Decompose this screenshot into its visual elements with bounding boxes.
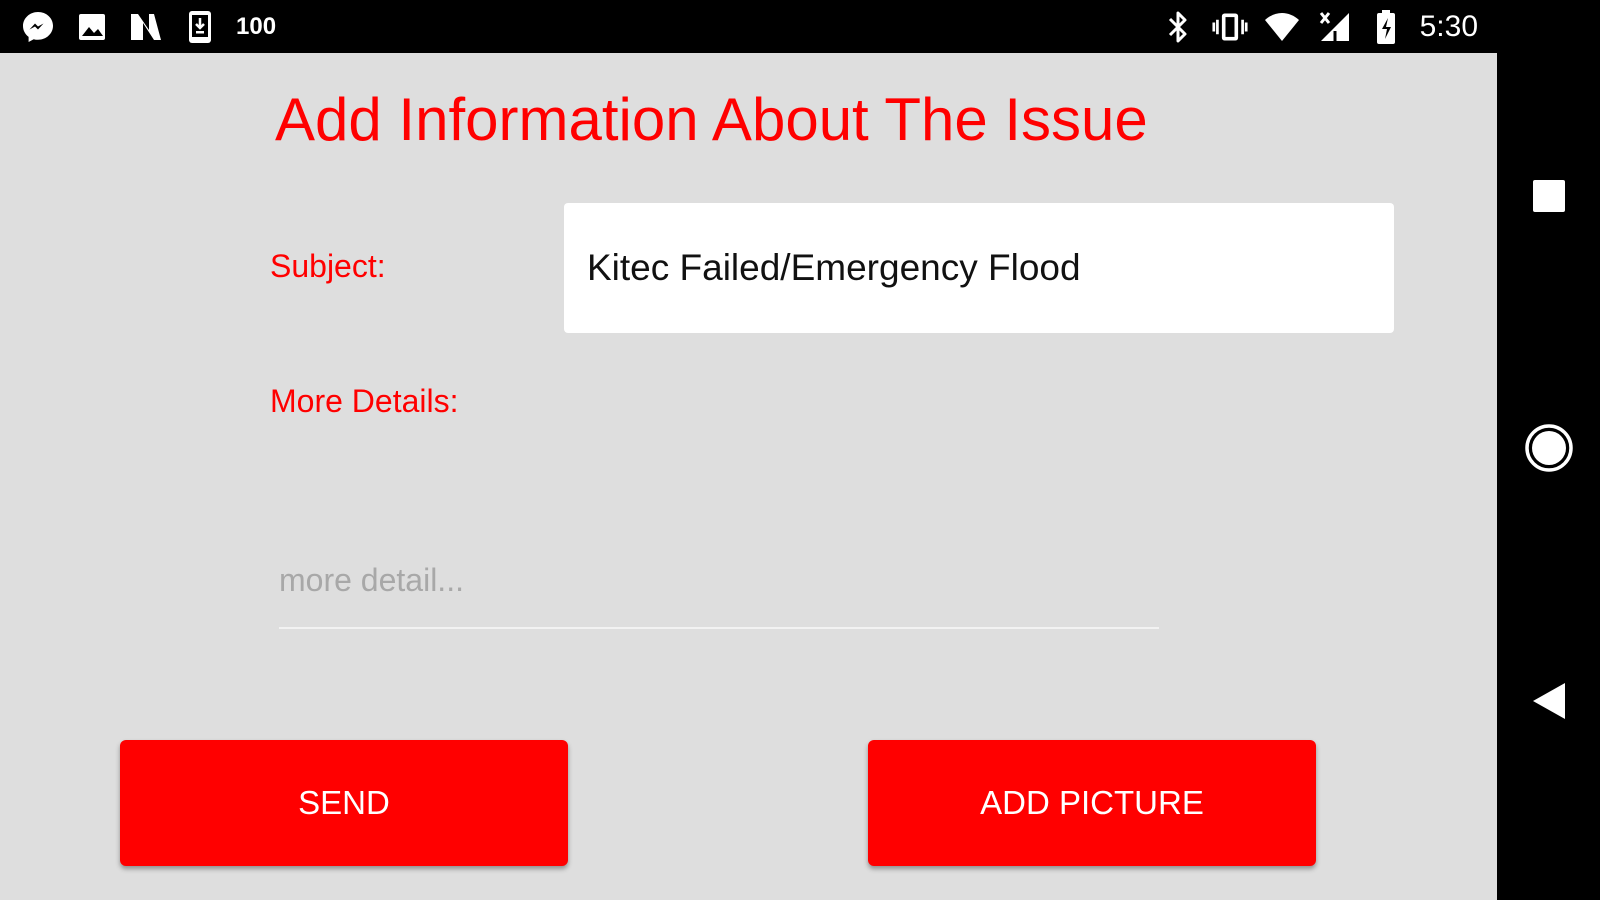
notification-count-badge: 100 — [236, 13, 277, 40]
wifi-icon — [1264, 9, 1300, 45]
messenger-icon — [20, 9, 56, 45]
clock: 5:30 — [1419, 10, 1478, 43]
details-field[interactable] — [279, 533, 1159, 629]
subject-label: Subject: — [270, 248, 386, 284]
recents-button[interactable] — [1497, 153, 1600, 243]
cell-signal-icon — [1316, 9, 1352, 45]
bluetooth-icon — [1160, 9, 1196, 45]
image-icon — [74, 9, 110, 45]
home-icon — [1523, 422, 1575, 479]
back-button[interactable] — [1497, 658, 1600, 748]
issue-form-screen: Add Information About The Issue Subject:… — [0, 53, 1497, 900]
battery-icon — [1368, 9, 1404, 45]
status-bar-notifications: 100 — [20, 8, 276, 46]
add-picture-button[interactable]: ADD PICTURE — [868, 740, 1316, 866]
back-icon — [1531, 681, 1567, 726]
recents-icon — [1531, 178, 1567, 219]
status-bar-system: 5:30 — [1160, 8, 1478, 46]
download-phone-icon — [182, 9, 218, 45]
status-bar: 100 5:30 — [0, 0, 1600, 53]
device-screen: 100 5:30 Add Information About The Issue… — [0, 0, 1600, 900]
vibrate-icon — [1212, 9, 1248, 45]
navigation-bar — [1497, 53, 1600, 900]
details-label: More Details: — [270, 383, 459, 419]
page-title: Add Information About The Issue — [275, 86, 1148, 153]
n-app-icon — [128, 9, 164, 45]
send-button[interactable]: SEND — [120, 740, 568, 866]
home-button[interactable] — [1497, 405, 1600, 495]
subject-field[interactable] — [564, 203, 1394, 333]
